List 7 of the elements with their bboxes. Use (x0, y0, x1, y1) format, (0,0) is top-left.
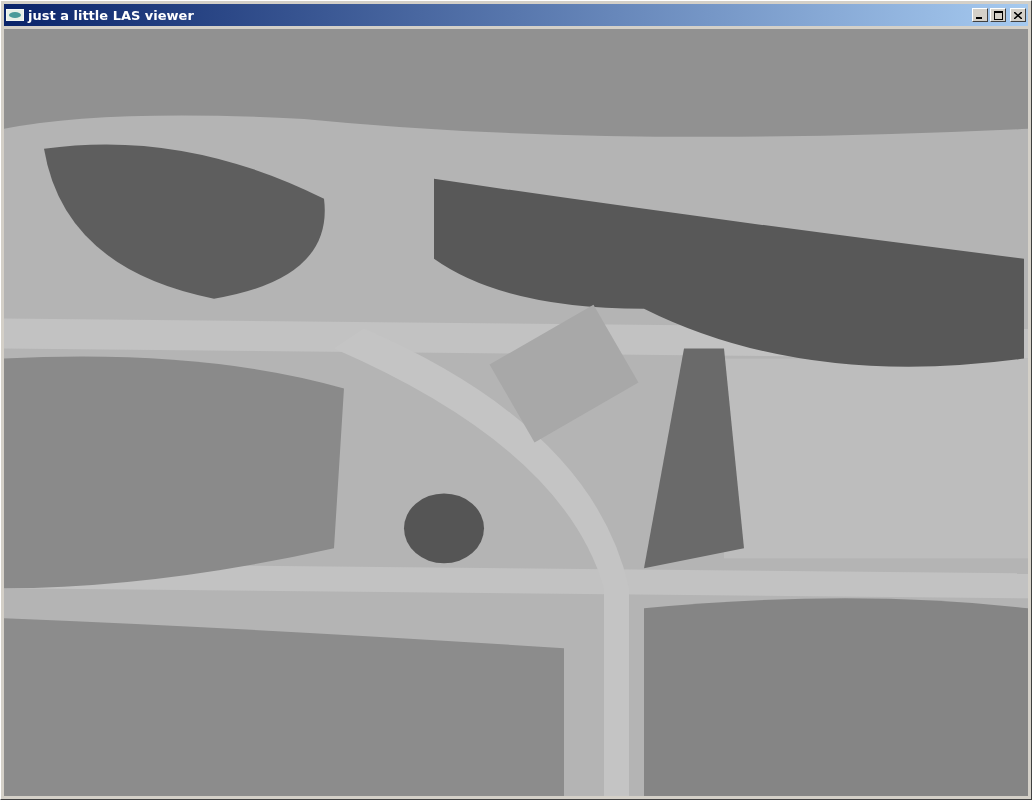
window-title: just a little LAS viewer (28, 7, 195, 23)
app-icon (6, 9, 24, 21)
maximize-button[interactable] (990, 8, 1006, 22)
close-icon (1014, 11, 1022, 19)
minimize-button[interactable] (972, 8, 988, 22)
maximize-icon (993, 10, 1003, 20)
close-button[interactable] (1010, 8, 1026, 22)
